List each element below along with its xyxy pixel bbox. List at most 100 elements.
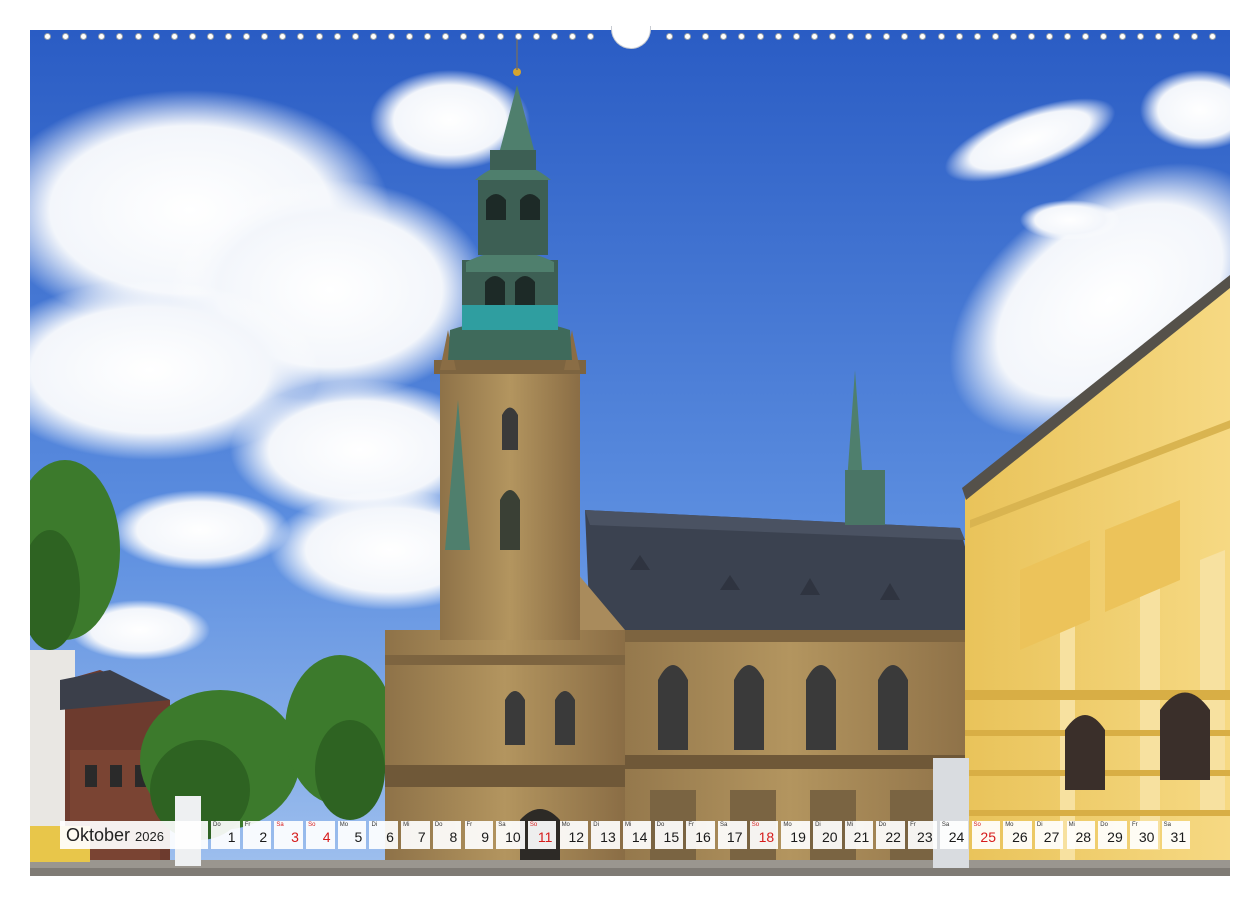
day-number: 11 [537,829,553,845]
day-cell: Mi 7 [401,821,430,849]
month-year: 2026 [135,829,164,844]
weekday-label: Sa [720,822,728,828]
weekday-label: Sa [498,822,506,828]
binding-hole [351,33,359,40]
day-cell: Do 15 [654,821,684,849]
weekday-label: Do [434,822,443,828]
binding-hole [297,33,305,40]
day-number: 4 [322,829,331,845]
binding-hole [206,33,214,40]
binding-hole [98,33,106,40]
weekday-label: Di [371,822,378,828]
day-number: 29 [1107,829,1123,845]
day-cell: Mi 28 [1066,821,1096,849]
cathedral-scene [30,30,1230,876]
weekday-label: Mi [1068,822,1075,828]
binding-hole [514,33,522,40]
weekday-label: Di [593,822,599,828]
binding-hole [496,33,504,40]
day-cell: Sa 17 [718,821,747,849]
binding-hole [1118,33,1126,40]
binding-hole [44,33,51,40]
day-cell: Di 6 [369,821,398,849]
binding-hole [587,33,594,40]
day-number: 24 [948,829,965,845]
binding-hole [774,33,782,40]
day-cell: Do 29 [1098,821,1127,849]
weekday-label: Fr [466,822,473,828]
binding-hole [1100,33,1108,40]
day-cell: Mi 21 [844,821,874,849]
binding-hole [991,33,999,40]
binding-hole [116,33,124,40]
binding-hole [1046,33,1054,40]
binding-hole [369,33,377,40]
weekday-label: Di [815,822,821,828]
weekday-label: Mo [339,822,349,828]
binding-hole [152,33,160,40]
binding-hole [134,33,142,40]
binding-hole [883,33,891,40]
day-number: 6 [386,829,394,845]
day-cell: Sa 3 [274,821,303,849]
day-cell: So 4 [306,821,335,849]
binding-hole [738,33,746,40]
binding-hole [828,33,836,40]
day-number: 10 [505,829,521,845]
weekday-label: Fr [244,822,251,828]
weekday-label: Do [213,822,221,828]
binding-hole [80,33,88,40]
binding-hole [865,33,873,40]
binding-hole [460,33,468,40]
weekday-label: So [308,822,316,828]
weekday-label: Sa [276,822,284,828]
binding-hole [387,33,395,40]
binding-hole [955,33,963,40]
day-number: 23 [917,829,933,845]
binding-hole [550,33,558,40]
day-cell: Mi 14 [622,821,652,849]
binding-hole [406,33,413,40]
binding-hole [1064,33,1072,40]
day-number: 8 [449,829,458,845]
day-number: 21 [853,829,870,845]
day-cell: Mo 19 [781,821,810,849]
binding-hole [315,33,323,40]
day-cell: Mo 5 [337,821,367,849]
cathedral-photo [30,30,1230,876]
day-number: 16 [695,829,711,845]
day-cell: Fr 16 [686,821,715,849]
weekday-label: Di [1036,822,1043,828]
day-number: 22 [885,829,901,845]
weekday-label: Mo [1005,822,1014,828]
binding-hole [261,33,269,40]
binding-hole [1009,33,1017,40]
weekday-label: Fr [910,822,916,828]
day-cell: Fr 2 [242,821,272,849]
binding-hole [62,33,70,40]
day-number: 13 [600,829,616,845]
binding-hole [1154,33,1162,40]
day-number: 25 [980,829,996,845]
day-number: 3 [291,829,299,845]
binding-hole [919,33,927,40]
binding-hole [810,33,818,40]
day-number: 12 [568,829,585,845]
binding-hole [847,33,854,40]
day-number: 9 [481,829,489,845]
weekday-label: Fr [1131,822,1138,828]
binding-hole [333,33,341,40]
weekday-label: Mo [561,822,570,828]
day-cell: Do 8 [432,821,462,849]
day-cell: Di 27 [1034,821,1064,849]
binding-hole [442,33,450,40]
day-cell: Fr 9 [464,821,493,849]
binding-hole [666,33,673,40]
day-cell: Di 13 [591,821,620,849]
day-number: 2 [259,829,268,845]
day-cell: So 18 [749,821,779,849]
binding-hole [720,33,728,40]
month-label: Oktober 2026 [60,821,208,849]
weekday-label: Mi [846,822,854,828]
weekday-label: Do [1100,822,1108,828]
